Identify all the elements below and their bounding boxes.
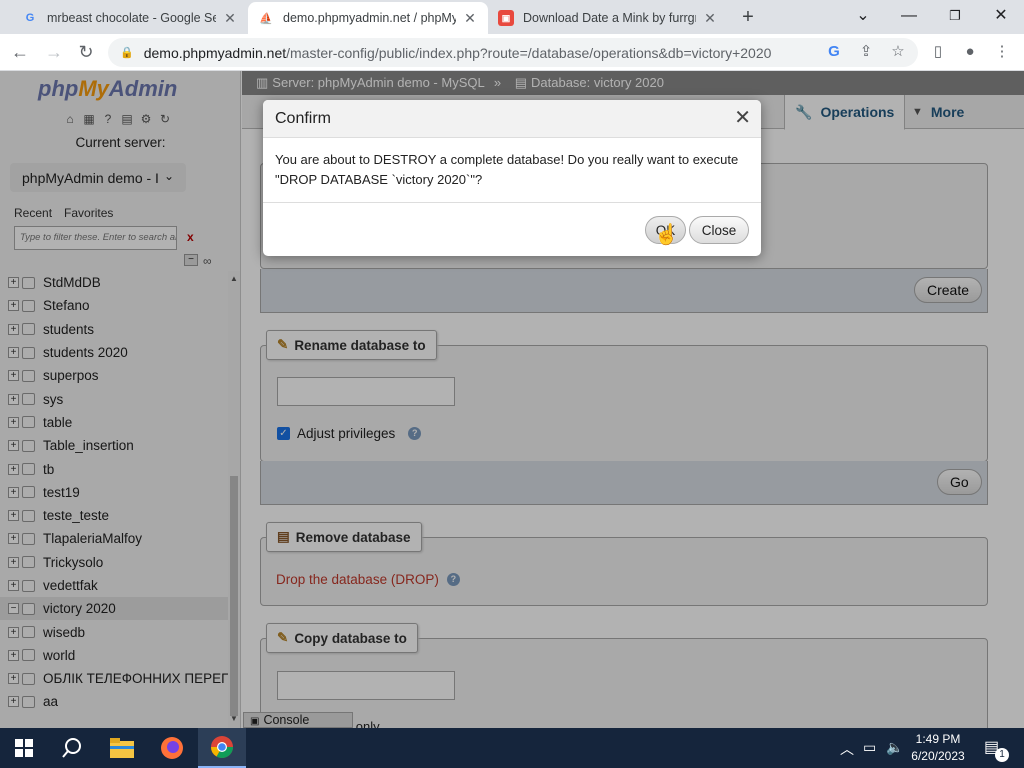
tab-search-icon[interactable]: ⌄ xyxy=(848,4,878,28)
firefox-icon[interactable] xyxy=(148,728,196,768)
bookmark-star-icon[interactable]: ☆ xyxy=(888,42,908,62)
notification-count-badge: 1 xyxy=(995,748,1009,762)
close-tab-icon[interactable]: ✕ xyxy=(462,10,478,27)
volume-muted-icon[interactable]: 🔈 xyxy=(886,739,903,756)
minimize-icon[interactable]: — xyxy=(894,4,924,28)
google-icon: G xyxy=(25,12,35,24)
dialog-header: Confirm xyxy=(263,100,761,138)
forward-icon[interactable]: → xyxy=(42,40,66,64)
restore-icon[interactable]: ❐ xyxy=(940,4,970,28)
windows-start-icon[interactable] xyxy=(0,728,48,768)
close-tab-icon[interactable]: ✕ xyxy=(222,10,238,27)
address-bar[interactable]: 🔒 demo.phpmyadmin.net/master-config/publ… xyxy=(108,38,918,67)
reload-icon[interactable]: ↻ xyxy=(74,40,98,64)
google-lens-icon[interactable]: G xyxy=(824,42,844,62)
search-icon[interactable] xyxy=(48,728,96,768)
back-icon[interactable]: ← xyxy=(8,40,32,64)
file-explorer-icon[interactable] xyxy=(98,728,146,768)
browser-tab-google[interactable]: G mrbeast chocolate - Google Sear ✕ xyxy=(12,2,248,34)
tab-title: mrbeast chocolate - Google Sear xyxy=(47,11,216,25)
confirm-dialog: Confirm ✕ You are about to DESTROY a com… xyxy=(263,100,761,256)
taskbar: ︿ ▭ 🔈 1:49 PM 6/20/2023 ▤ 1 xyxy=(0,728,1024,768)
profile-icon[interactable]: ● xyxy=(960,42,980,62)
itch-icon: ▣ xyxy=(498,10,514,26)
network-icon[interactable]: ▭ xyxy=(863,739,876,756)
dialog-divider xyxy=(263,202,761,203)
clock-date: 6/20/2023 xyxy=(911,749,965,763)
browser-tab-itch[interactable]: ▣ Download Date a Mink by furrgr ✕ xyxy=(488,2,728,34)
dialog-title: Confirm xyxy=(275,110,332,127)
lock-icon: 🔒 xyxy=(120,47,134,59)
system-clock[interactable]: 1:49 PM 6/20/2023 xyxy=(908,731,968,765)
phpmyadmin-icon: ⛵ xyxy=(259,12,273,25)
tab-title: Download Date a Mink by furrgr xyxy=(523,11,696,25)
clock-time: 1:49 PM xyxy=(915,732,961,746)
window-close-icon[interactable]: ✕ xyxy=(986,4,1016,28)
hand-cursor-icon: ☝ xyxy=(654,224,679,246)
close-tab-icon[interactable]: ✕ xyxy=(702,10,718,27)
browser-tab-phpmyadmin[interactable]: ⛵ demo.phpmyadmin.net / phpMy ✕ xyxy=(248,2,488,34)
show-hidden-icons[interactable]: ︿ xyxy=(840,739,854,759)
tab-title: demo.phpmyadmin.net / phpMy xyxy=(283,11,456,25)
url-path: /master-config/public/index.php?route=/d… xyxy=(286,44,772,61)
chrome-menu-icon[interactable]: ⋮ xyxy=(992,42,1012,62)
close-button[interactable]: Close xyxy=(689,216,749,244)
close-icon[interactable]: ✕ xyxy=(734,108,751,128)
share-icon[interactable]: ⇪ xyxy=(856,42,876,62)
browser-toolbar: ← → ↻ 🔒 demo.phpmyadmin.net/master-confi… xyxy=(0,34,1024,71)
url-host: demo.phpmyadmin.net xyxy=(143,44,287,61)
side-panel-icon[interactable]: ▯ xyxy=(928,42,948,62)
new-tab-button[interactable]: + xyxy=(736,5,760,29)
browser-tab-strip: G mrbeast chocolate - Google Sear ✕ ⛵ de… xyxy=(0,0,1024,34)
dialog-message: You are about to DESTROY a complete data… xyxy=(275,152,739,187)
chrome-icon[interactable] xyxy=(198,728,246,768)
